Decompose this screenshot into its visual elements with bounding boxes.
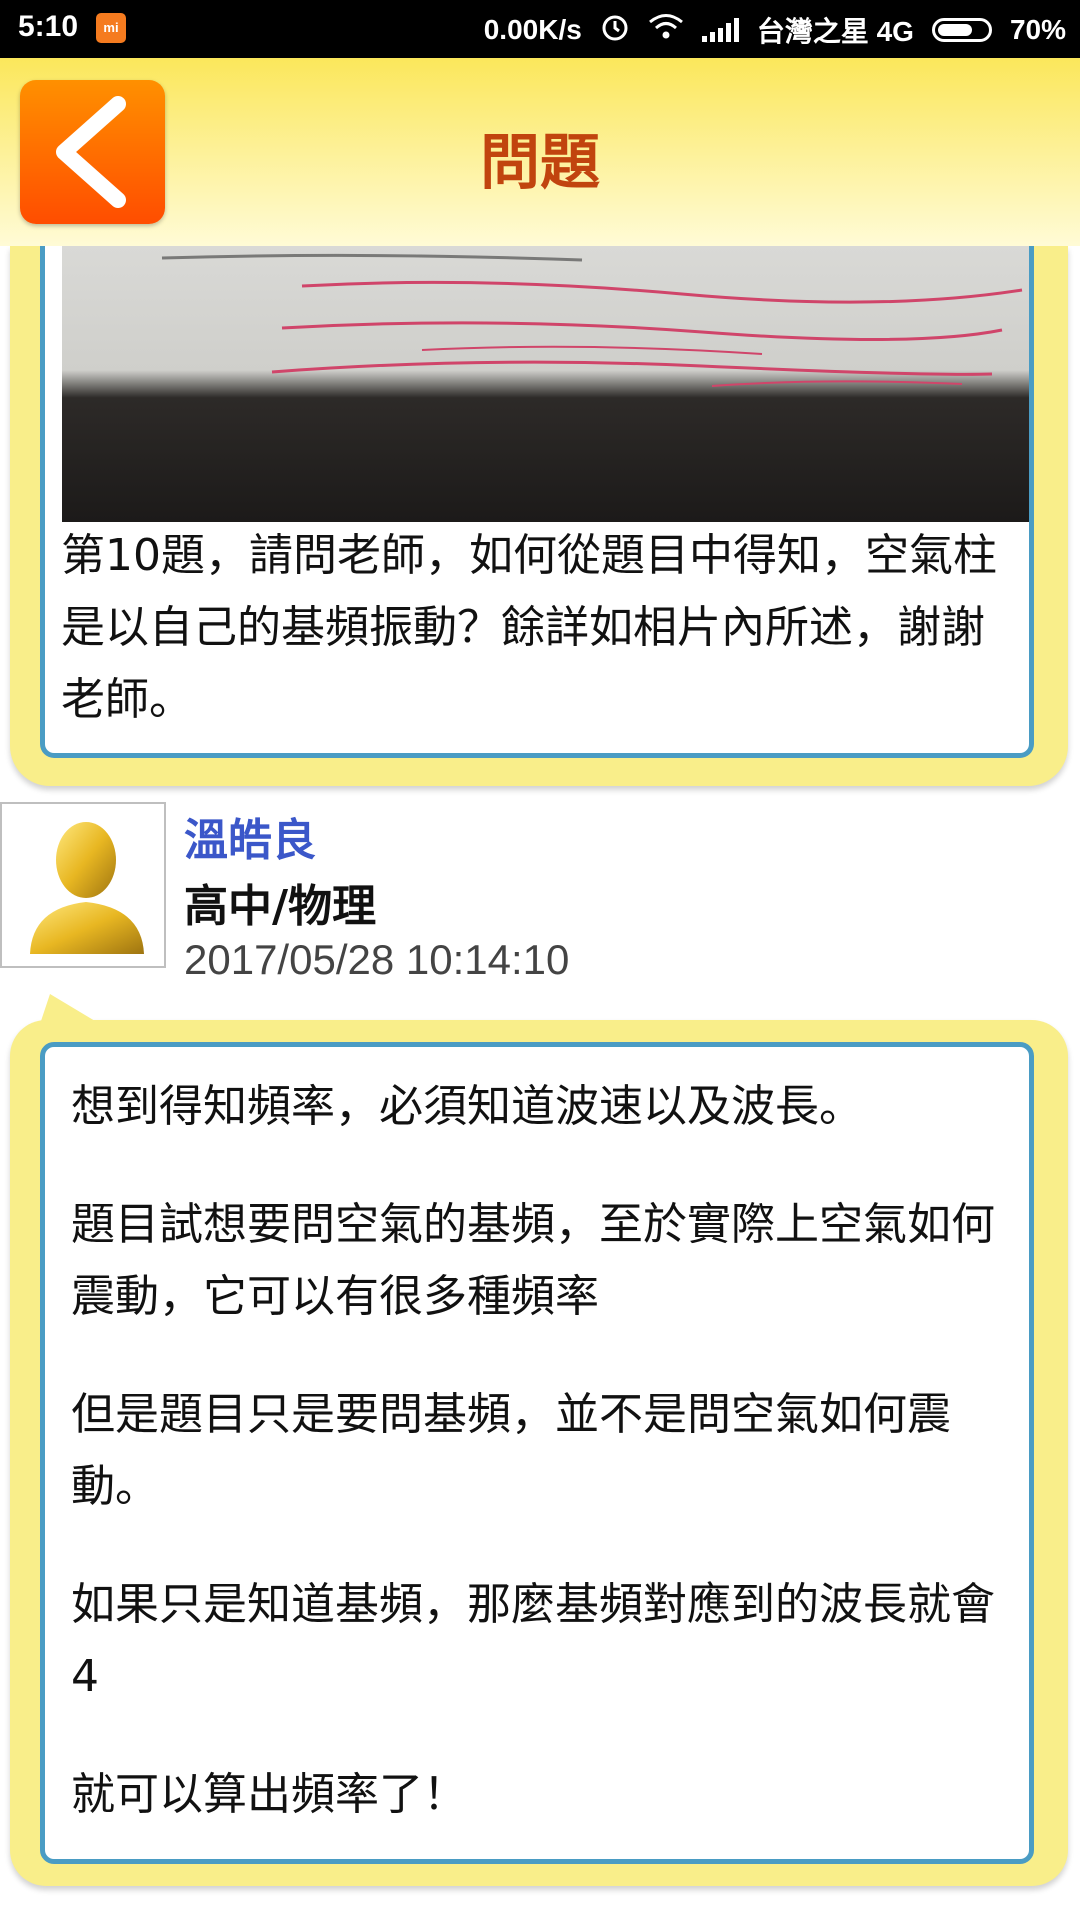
- question-card: 第10題，請問老師，如何從題目中得知，空氣柱是以自己的基頻振動？餘詳如相片內所述…: [10, 246, 1068, 786]
- speech-tail-icon: [40, 994, 100, 1024]
- network-speed: 0.00K/s: [483, 14, 582, 45]
- carrier-label: 台灣之星 4G: [756, 16, 914, 47]
- reply-paragraph: 題目試想要問空氣的基頻，至於實際上空氣如何震動，它可以有很多種頻率: [71, 1199, 995, 1322]
- question-content: 第10題，請問老師，如何從題目中得知，空氣柱是以自己的基頻振動？餘詳如相片內所述…: [40, 246, 1034, 758]
- mi-app-icon: mi: [96, 13, 126, 43]
- status-bar: 5:10 mi 0.00K/s 台灣之星 4G 70%: [0, 0, 1080, 58]
- signal-icon: [701, 18, 739, 42]
- reply-paragraph: 想到得知頻率，必須知道波速以及波長。: [71, 1081, 863, 1132]
- user-avatar-icon: [30, 822, 144, 954]
- avatar: [0, 802, 166, 968]
- reply-paragraph: 但是題目只是要問基頻，並不是問空氣如何震動。: [71, 1389, 951, 1512]
- status-time: 5:10: [18, 10, 79, 43]
- reply-content: 想到得知頻率，必須知道波速以及波長。 題目試想要問空氣的基頻，至於實際上空氣如何…: [40, 1042, 1034, 1864]
- reply-subject: 高中/物理: [184, 881, 377, 932]
- status-right-group: 0.00K/s 台灣之星 4G 70%: [484, 10, 1066, 50]
- page-title: 問題: [480, 128, 600, 198]
- reply-paragraph: 如果只是知道基頻，那麼基頻對應到的波長就會4: [71, 1579, 995, 1702]
- handwriting-image: [161, 253, 1023, 387]
- reply-author[interactable]: 溫皓良: [184, 804, 316, 868]
- reply-timestamp: 2017/05/28 10:14:10: [184, 936, 570, 983]
- reply-card: 想到得知頻率，必須知道波速以及波長。 題目試想要問空氣的基頻，至於實際上空氣如何…: [10, 994, 1068, 1886]
- alarm-icon: [600, 12, 630, 49]
- question-text: 第10題，請問老師，如何從題目中得知，空氣柱是以自己的基頻振動？餘詳如相片內所述…: [61, 530, 997, 725]
- question-photo[interactable]: [62, 246, 1029, 522]
- app-header: 問題: [0, 58, 1080, 246]
- reply-paragraph: 就可以算出頻率了！: [71, 1769, 467, 1820]
- battery-icon: [931, 18, 992, 42]
- battery-level-fill: [937, 24, 972, 36]
- wifi-icon: [648, 13, 684, 48]
- battery-percent: 70%: [1009, 14, 1066, 45]
